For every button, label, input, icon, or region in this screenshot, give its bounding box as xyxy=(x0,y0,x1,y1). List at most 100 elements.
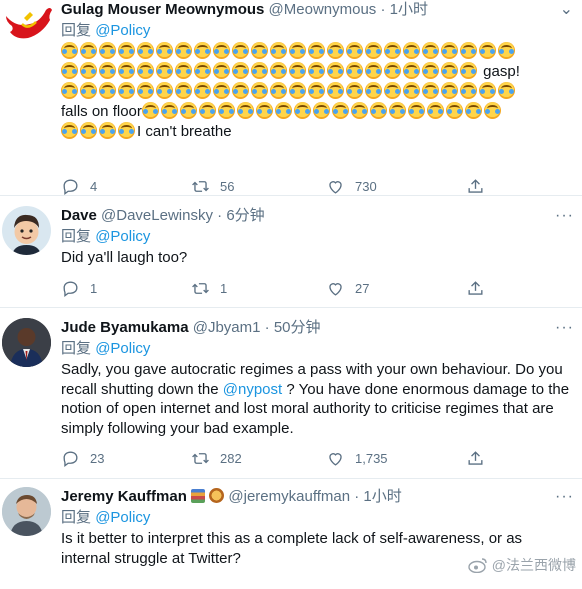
more-icon[interactable]: ⌄ xyxy=(560,0,574,20)
laughing-emoji-icon xyxy=(118,62,135,79)
laughing-emoji-icon xyxy=(327,42,344,59)
laughing-emoji-icon xyxy=(426,102,444,119)
watermark-text: @法兰西微博 xyxy=(491,557,576,573)
laughing-emoji-icon xyxy=(217,102,235,119)
person-photo-icon xyxy=(2,318,51,367)
like-count: 730 xyxy=(355,178,377,194)
laughing-emoji-icon xyxy=(289,82,306,99)
laughing-emoji-icon xyxy=(293,102,311,119)
tweet-header: Gulag Mouser Meownymous @Meownymous · 1小… xyxy=(61,0,574,20)
avatar[interactable] xyxy=(2,318,51,367)
share-button[interactable] xyxy=(466,278,485,298)
laughing-emoji-icon xyxy=(194,62,211,79)
reply-button[interactable]: 1 xyxy=(61,278,97,298)
share-icon xyxy=(468,450,483,465)
laughing-emoji-icon xyxy=(289,42,306,59)
laughing-emoji-icon xyxy=(99,42,116,59)
avatar[interactable] xyxy=(2,487,51,536)
tweet-time[interactable]: 1小时 xyxy=(390,1,428,18)
tweet-header: Jeremy Kauffman @jeremykauffman · 1小时 ··… xyxy=(61,487,574,507)
reply-count: 23 xyxy=(90,450,105,466)
emoji-line-2: gasp! xyxy=(61,62,574,82)
retweet-button[interactable]: 56 xyxy=(191,176,234,196)
like-button[interactable]: 730 xyxy=(326,176,377,196)
laughing-emoji-icon xyxy=(118,42,135,59)
laughing-emoji-icon xyxy=(198,102,216,119)
laughing-emoji-icon xyxy=(61,82,78,99)
more-icon[interactable]: ··· xyxy=(555,206,574,226)
laughing-emoji-icon xyxy=(213,42,230,59)
laughing-emoji-icon xyxy=(388,102,406,119)
tweet-actions: 23 282 1,735 xyxy=(61,448,574,468)
like-count: 27 xyxy=(355,280,370,296)
emoji-line-5: I can't breathe xyxy=(61,122,574,142)
laughing-emoji-icon xyxy=(498,82,515,99)
laughing-emoji-icon xyxy=(232,82,249,99)
avatar-hammer-sickle-bird[interactable] xyxy=(2,0,52,49)
user-handle[interactable]: @Meownymous xyxy=(269,1,377,18)
user-handle[interactable]: @jeremykauffman xyxy=(228,488,350,505)
share-button[interactable] xyxy=(466,176,485,196)
laughing-emoji-icon xyxy=(308,62,325,79)
laughing-emoji-icon xyxy=(255,102,273,119)
laughing-emoji-icon xyxy=(80,62,97,79)
laughing-emoji-icon xyxy=(407,102,425,119)
laughing-emoji-icon xyxy=(479,42,496,59)
laughing-emoji-icon xyxy=(460,42,477,59)
laughing-emoji-icon xyxy=(99,62,116,79)
user-handle[interactable]: @DaveLewinsky xyxy=(101,207,213,224)
retweet-button[interactable]: 282 xyxy=(191,448,242,468)
display-name[interactable]: Dave xyxy=(61,207,97,224)
avatar[interactable] xyxy=(2,206,51,255)
user-handle[interactable]: @Jbyam1 xyxy=(193,319,261,336)
laughing-emoji-icon xyxy=(346,82,363,99)
more-icon[interactable]: ··· xyxy=(555,487,574,507)
watermark: @法兰西微博 xyxy=(468,555,576,575)
tweet-1[interactable]: Gulag Mouser Meownymous @Meownymous · 1小… xyxy=(0,0,582,196)
tweet-time[interactable]: 6分钟 xyxy=(226,207,264,224)
more-icon[interactable]: ··· xyxy=(555,318,574,338)
reply-mention[interactable]: @Policy xyxy=(95,340,150,357)
reply-mention[interactable]: @Policy xyxy=(95,22,150,39)
laughing-emoji-icon xyxy=(80,82,97,99)
laughing-emoji-icon xyxy=(61,42,78,59)
separator: · xyxy=(354,488,360,505)
like-button[interactable]: 27 xyxy=(326,278,369,298)
display-name[interactable]: Gulag Mouser Meownymous xyxy=(61,1,264,18)
nypost-mention[interactable]: @nypost xyxy=(223,381,282,398)
like-icon xyxy=(329,282,342,296)
text-breathe: I can't breathe xyxy=(137,123,232,140)
laughing-emoji-icon xyxy=(289,62,306,79)
reply-button[interactable]: 4 xyxy=(61,176,97,196)
laughing-emoji-icon xyxy=(312,102,330,119)
reply-context: 回复 @Policy xyxy=(61,21,574,42)
laughing-emoji-icon xyxy=(403,42,420,59)
like-icon xyxy=(329,180,342,194)
reply-mention[interactable]: @Policy xyxy=(95,509,150,526)
reply-mention[interactable]: @Policy xyxy=(95,228,150,245)
display-name[interactable]: Jeremy Kauffman xyxy=(61,488,187,505)
tweet-header: Dave @DaveLewinsky · 6分钟 ··· xyxy=(61,206,574,226)
tweet-2[interactable]: Dave @DaveLewinsky · 6分钟 ··· 回复 @Policy … xyxy=(0,196,582,308)
tweet-time[interactable]: 50分钟 xyxy=(274,319,321,336)
laughing-emoji-icon xyxy=(80,122,97,139)
laughing-emoji-icon xyxy=(479,82,496,99)
laughing-emoji-icon xyxy=(99,82,116,99)
reply-prefix: 回复 xyxy=(61,509,92,526)
retweet-button[interactable]: 1 xyxy=(191,278,227,298)
emoji-line-1 xyxy=(61,42,574,62)
tweet-3[interactable]: Jude Byamukama @Jbyam1 · 50分钟 ··· 回复 @Po… xyxy=(0,308,582,479)
reply-button[interactable]: 23 xyxy=(61,448,104,468)
share-button[interactable] xyxy=(466,448,485,468)
laughing-emoji-icon xyxy=(232,42,249,59)
reply-icon xyxy=(63,450,78,467)
tweet-text: Did ya'll laugh too? xyxy=(61,249,188,266)
laughing-emoji-icon xyxy=(213,62,230,79)
tweet-header: Jude Byamukama @Jbyam1 · 50分钟 ··· xyxy=(61,318,574,338)
like-button[interactable]: 1,735 xyxy=(326,448,388,468)
tweet-time[interactable]: 1小时 xyxy=(363,488,401,505)
laughing-emoji-icon xyxy=(422,62,439,79)
laughing-emoji-icon xyxy=(422,42,439,59)
laughing-emoji-icon xyxy=(365,82,382,99)
display-name[interactable]: Jude Byamukama xyxy=(61,319,189,336)
